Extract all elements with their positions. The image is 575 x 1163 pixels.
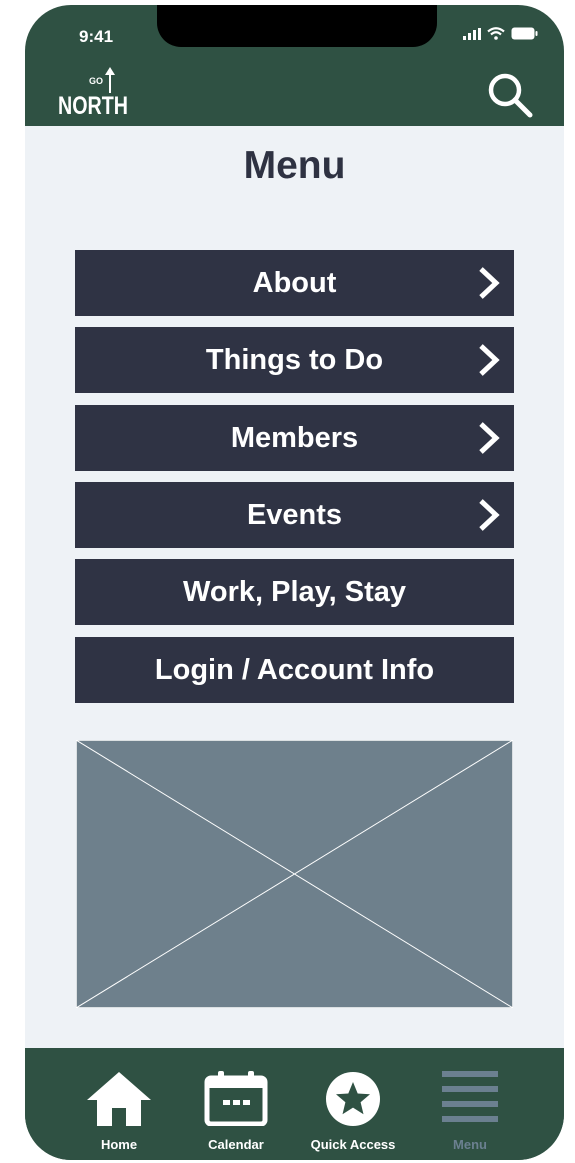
menu-item-login-account[interactable]: Login / Account Info [75, 637, 514, 703]
chevron-right-icon [479, 344, 500, 376]
tab-calendar[interactable]: Calendar [181, 1048, 291, 1160]
image-placeholder [76, 740, 513, 1008]
calendar-icon [204, 1071, 268, 1126]
home-icon [87, 1072, 151, 1126]
menu-item-label: Work, Play, Stay [183, 575, 406, 608]
hamburger-icon [442, 1071, 498, 1122]
menu-item-label: About [252, 266, 337, 299]
status-icons [463, 27, 538, 40]
search-icon[interactable] [484, 69, 536, 121]
page-title: Menu [243, 144, 346, 187]
signal-icon [463, 27, 481, 40]
phone-frame: 9:41 NORTH GO Menu About Things to Do Me… [25, 5, 564, 1160]
chevron-right-icon [479, 499, 500, 531]
tab-label: Quick Access [310, 1137, 396, 1152]
menu-item-label: Things to Do [205, 343, 384, 376]
chevron-right-icon [479, 422, 500, 454]
chevron-right-icon [479, 267, 500, 299]
star-circle-icon [326, 1072, 380, 1126]
menu-item-label: Events [246, 498, 343, 531]
tab-menu[interactable]: Menu [415, 1048, 525, 1160]
svg-text:NORTH: NORTH [58, 92, 128, 117]
menu-item-events[interactable]: Events [75, 482, 514, 548]
menu-item-label: Login / Account Info [154, 653, 435, 686]
go-north-logo[interactable]: NORTH GO [58, 61, 138, 117]
device-notch [157, 5, 437, 47]
menu-item-label: Members [230, 421, 359, 454]
tab-label: Calendar [208, 1137, 264, 1152]
tab-label: Home [100, 1137, 138, 1152]
tab-quick-access[interactable]: Quick Access [298, 1048, 408, 1160]
battery-icon [511, 27, 538, 40]
wifi-icon [487, 27, 505, 40]
menu-item-things-to-do[interactable]: Things to Do [75, 327, 514, 393]
tab-label: Menu [453, 1137, 487, 1152]
tab-home[interactable]: Home [64, 1048, 174, 1160]
svg-text:GO: GO [89, 76, 103, 86]
menu-item-work-play-stay[interactable]: Work, Play, Stay [75, 559, 514, 625]
menu-item-about[interactable]: About [75, 250, 514, 316]
bottom-tab-bar: Home Calendar Quick Access Menu [25, 1048, 564, 1160]
status-time: 9:41 [79, 27, 114, 46]
menu-item-members[interactable]: Members [75, 405, 514, 471]
